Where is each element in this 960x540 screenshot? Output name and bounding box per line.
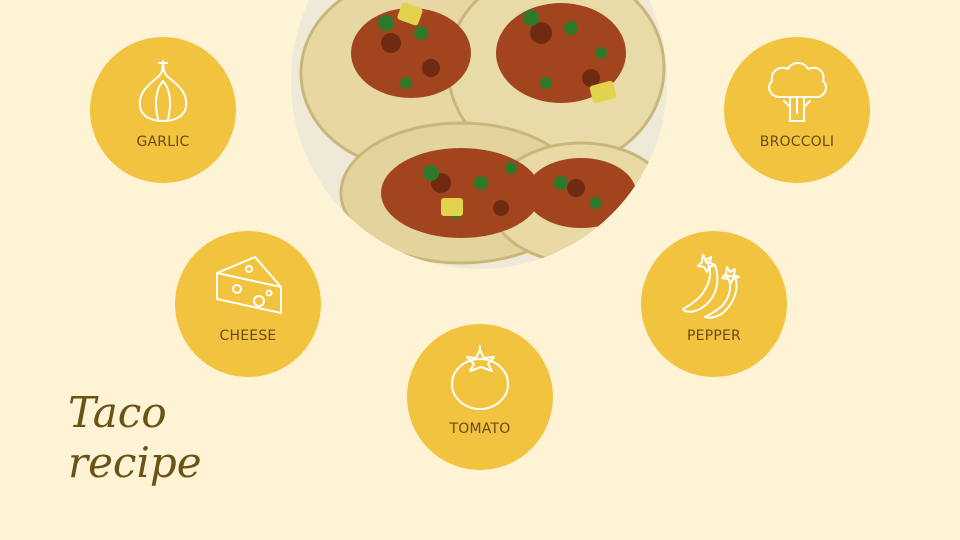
- ingredient-label: CHEESE: [219, 328, 277, 344]
- broccoli-icon: [760, 53, 834, 127]
- slide-title: Taco recipe: [68, 388, 288, 488]
- ingredient-broccoli: BROCCOLI: [724, 37, 870, 183]
- ingredient-label: TOMATO: [449, 421, 511, 437]
- ingredient-garlic: GARLIC: [90, 37, 236, 183]
- garlic-icon: [126, 53, 200, 127]
- ingredient-pepper: PEPPER: [641, 231, 787, 377]
- tomato-icon: [443, 340, 517, 414]
- tacos-photo: [291, 0, 667, 269]
- ingredient-label: GARLIC: [136, 134, 190, 150]
- title-line-2: recipe: [68, 438, 202, 487]
- slide: GARLIC CHEESE TOMATO PEPPER BROCCOLI Tac…: [0, 0, 960, 540]
- cheese-icon: [211, 247, 285, 321]
- ingredient-tomato: TOMATO: [407, 324, 553, 470]
- tacos-illustration: [291, 0, 667, 269]
- ingredient-cheese: CHEESE: [175, 231, 321, 377]
- pepper-icon: [677, 247, 751, 321]
- ingredient-label: PEPPER: [687, 328, 741, 344]
- ingredient-label: BROCCOLI: [759, 134, 835, 150]
- title-line-1: Taco: [68, 388, 167, 437]
